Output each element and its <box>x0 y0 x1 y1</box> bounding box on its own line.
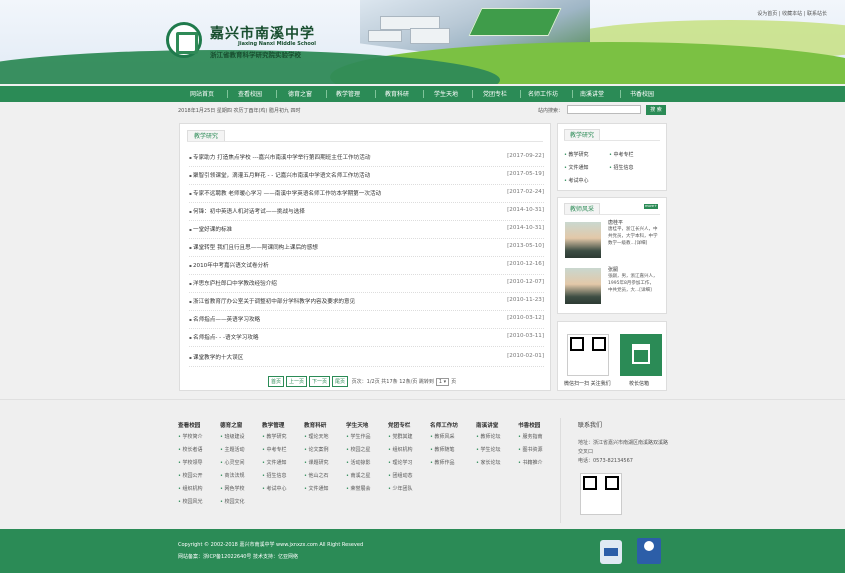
teacher-photo[interactable] <box>565 268 601 304</box>
nav-separator <box>326 90 327 98</box>
nav-item-students[interactable]: 学生天地 <box>434 89 458 98</box>
nav-separator <box>423 90 424 98</box>
list-item[interactable]: 一堂好课的标准[2014-10-31] <box>189 221 544 239</box>
footer-column: 南溪讲堂 教师论坛学生论坛家长论坛 <box>476 421 501 472</box>
search-input[interactable] <box>567 105 641 114</box>
footer-column: 查看校园 学校简介校长者语学校领导校园公开组织机构校园风光 <box>178 421 203 511</box>
list-item[interactable]: 专家助力 打造焦点学校 ---嘉兴市南溪中学举行第四期班主任工作坊活动[2017… <box>189 149 544 167</box>
nav-item-party[interactable]: 党团专栏 <box>483 89 507 98</box>
footer-column: 教学管理 教学研究中考专栏文件通知招生信息考试中心 <box>262 421 287 498</box>
pagination: 首页 上一页 下一页 尾页 页次：1/2页 共17条 12条/页 跳转到 1 ▾ 页 <box>268 376 456 387</box>
mail-icon <box>632 344 650 364</box>
nav-item-library[interactable]: 书香校园 <box>630 89 654 98</box>
main-nav: 网站首页 查看校园 德育之窗 教学管理 教育科研 学生天地 党团专栏 名师工作坊… <box>0 86 845 102</box>
nav-item-teaching[interactable]: 教学管理 <box>336 89 360 98</box>
footer-column: 党团专栏 党群其建组织机构理论学习团组动态少年团队 <box>388 421 413 498</box>
next-page-button[interactable]: 下一页 <box>309 376 331 387</box>
search-button[interactable]: 搜 索 <box>646 105 666 115</box>
footer-column: 学生天地 学生作品校园之星活动掠影南溪之星荣誉展会 <box>346 421 371 498</box>
list-item[interactable]: 专家不远聘教 老师暖心学习 ——南溪中学英语名师工作坊本学期第一次活动[2017… <box>189 185 544 203</box>
side-link[interactable]: 中考专栏 <box>609 151 634 158</box>
footer-column: 书香校园 服务指南图书资源书籍推介 <box>518 421 543 472</box>
nav-item-moral[interactable]: 德育之窗 <box>288 89 312 98</box>
search-label: 站内搜索： <box>538 108 564 114</box>
contact-title: 联系我们 <box>578 422 603 429</box>
teacher-desc: 唐桂平，浙江长兴人，中共党员，大学本科，中学数学一级教...[详细] <box>608 227 658 246</box>
contact-block: 联系我们 地址：浙江省嘉兴市南湖区南溪路双溪路交叉口 电话：0573-82134… <box>578 420 668 466</box>
mailbox-caption[interactable]: 校长信箱 <box>629 380 649 387</box>
contact-phone: 电话：0573-82134567 <box>578 458 633 464</box>
copyright-bar: Copyright © 2002-2018 嘉兴市南溪中学 www.jxnxzx… <box>0 529 845 573</box>
teacher-desc: 张嗣，男，浙江嘉兴人，1995年8月参加工作，中共党员，大...[详细] <box>608 274 658 293</box>
footer-column: 教育科研 理论天地论文案例课题研究他山之石文件通知 <box>304 421 329 498</box>
prev-page-button[interactable]: 上一页 <box>286 376 308 387</box>
side-link[interactable]: 文件通知 <box>564 164 589 171</box>
teacher-photo[interactable] <box>565 222 601 258</box>
nav-item-campus[interactable]: 查看校园 <box>238 89 262 98</box>
header-banner: 嘉兴市南溪中学 Jiaxing Nanxi Middle School 浙江省教… <box>0 0 845 84</box>
qr-panel: 微信扫一扫 关注我们 校长信箱 <box>557 321 667 391</box>
divider <box>187 141 543 142</box>
teacher-name[interactable]: 张嗣 <box>608 266 618 273</box>
side-link[interactable]: 考试中心 <box>564 177 589 184</box>
school-name-en: Jiaxing Nanxi Middle School <box>238 41 316 47</box>
list-item[interactable]: 聚智引领课堂，滴灌五月鲜花 - - 记嘉兴市南溪中学语文名师工作坊活动[2017… <box>189 167 544 185</box>
contact-address: 地址：浙江省嘉兴市南湖区南溪路双溪路交叉口 <box>578 440 669 455</box>
nav-separator <box>620 90 621 98</box>
nav-item-masters[interactable]: 名师工作坊 <box>528 89 558 98</box>
page-info: 页次：1/2页 共17条 12条/页 跳转到 <box>351 379 434 385</box>
divider <box>564 214 660 215</box>
last-page-button[interactable]: 尾页 <box>332 376 349 387</box>
teacher-name[interactable]: 唐桂平 <box>608 219 623 226</box>
side-link[interactable]: 招生信息 <box>609 164 634 171</box>
gov-badge-icon[interactable] <box>600 540 622 564</box>
article-list-panel: 教学研究 专家助力 打造焦点学校 ---嘉兴市南溪中学举行第四期班主任工作坊活动… <box>179 123 551 391</box>
nav-separator <box>572 90 573 98</box>
page-unit: 页 <box>451 379 457 385</box>
school-name: 嘉兴市南溪中学 <box>210 26 315 42</box>
nav-item-lecture[interactable]: 南溪讲堂 <box>580 89 604 98</box>
info-bar: 2018年1月25日 星期四 农历丁酉年(鸡) 腊月初九 四时 站内搜索： 搜 … <box>178 103 668 117</box>
footer-column: 名师工作坊 教师风采教师随笔教师作品 <box>430 421 458 472</box>
side-links-panel: 教学研究 教学研究 中考专栏 文件通知 招生信息 考试中心 <box>557 123 667 191</box>
nav-separator <box>472 90 473 98</box>
list-item[interactable]: 洋思东庐杜郎口中学教改经验介绍[2010-12-07] <box>189 275 544 293</box>
page-select[interactable]: 1 ▾ <box>435 378 450 386</box>
nav-separator <box>520 90 521 98</box>
nav-separator <box>276 90 277 98</box>
divider <box>564 140 660 141</box>
more-button[interactable]: more+ <box>644 204 658 209</box>
qr-caption: 微信扫一扫 关注我们 <box>564 381 611 387</box>
police-badge-icon[interactable] <box>637 538 661 564</box>
nav-separator <box>227 90 228 98</box>
list-item[interactable]: 2010年中考嘉兴语文试卷分析[2010-12-16] <box>189 257 544 275</box>
teacher-panel: 教师风采 more+ 唐桂平 唐桂平，浙江长兴人，中共党员，大学本科，中学数学一… <box>557 197 667 314</box>
list-item[interactable]: 课堂教学的十大误区[2010-02-01] <box>189 349 544 367</box>
top-links[interactable]: 设为首页 | 收藏本站 | 联系站长 <box>757 10 827 17</box>
school-logo-icon <box>166 22 202 58</box>
footer-qr-code <box>580 473 622 515</box>
footer: 查看校园 学校简介校长者语学校领导校园公开组织机构校园风光 德育之窗 班级建设主… <box>0 399 845 529</box>
list-item[interactable]: 名师指点——英语学习攻略[2010-03-12] <box>189 311 544 329</box>
list-item[interactable]: 何锋：初中英语人机对话考试——挑战与选择[2014-10-31] <box>189 203 544 221</box>
list-item[interactable]: 名师指点- - -语文学习攻略[2010-03-11] <box>189 329 544 347</box>
divider <box>560 418 561 523</box>
copyright-text: Copyright © 2002-2018 嘉兴市南溪中学 www.jxnxzx… <box>178 542 364 548</box>
nav-separator <box>375 90 376 98</box>
school-subtitle: 浙江省教育科学研究院实验学校 <box>210 51 301 59</box>
first-page-button[interactable]: 首页 <box>268 376 285 387</box>
sports-field-image <box>468 8 562 36</box>
nav-item-research[interactable]: 教育科研 <box>385 89 409 98</box>
icp-text[interactable]: 网站备案：浙ICP备12022640号 技术支持：亿亚网络 <box>178 553 298 560</box>
list-item[interactable]: 课堂转型 我们且行且思——阿课同构上课后的感想[2013-05-10] <box>189 239 544 257</box>
mailbox-button[interactable] <box>620 334 662 376</box>
wechat-qr-code <box>567 334 609 376</box>
nav-item-home[interactable]: 网站首页 <box>190 89 214 98</box>
date-text: 2018年1月25日 星期四 农历丁酉年(鸡) 腊月初九 四时 <box>178 108 301 114</box>
footer-column: 德育之窗 班级建设主题活动心灵空间商法法规网色学校校园文化 <box>220 421 245 511</box>
side-link[interactable]: 教学研究 <box>564 151 589 158</box>
list-item[interactable]: 浙江省教育厅办公室关于调整初中部分学科教学内容及要求的意见[2010-11-23… <box>189 293 544 311</box>
